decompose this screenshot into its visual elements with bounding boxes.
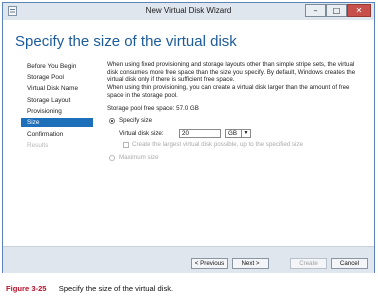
provisioning-description: When using fixed provisioning and storag… [107, 61, 356, 84]
cancel-button[interactable]: Cancel [331, 258, 368, 269]
nav-item-results: Results [27, 142, 49, 149]
minimize-button[interactable]: – [305, 4, 326, 17]
specify-size-radio[interactable] [109, 118, 115, 124]
nav-item-storage-layout[interactable]: Storage Layout [27, 96, 93, 105]
close-button[interactable]: ✕ [347, 4, 371, 17]
chevron-down-icon[interactable]: ▼ [241, 130, 250, 137]
create-button[interactable]: Create [290, 258, 327, 269]
nav-item-storage-pool[interactable]: Storage Pool [27, 73, 93, 82]
maximum-size-label[interactable]: Maximum size [119, 154, 159, 161]
wizard-footer: < Previous Next > Create Cancel [3, 246, 374, 273]
next-button[interactable]: Next > [232, 258, 269, 269]
size-unit-select[interactable]: GB ▼ [225, 129, 251, 138]
wizard-nav: Before You Begin Storage Pool Virtual Di… [3, 56, 95, 246]
page-title: Specify the size of the virtual disk [15, 33, 237, 50]
pool-free-space-text: Storage pool free space: 57.0 GB [107, 105, 199, 112]
figure-caption: Figure 3-25 Specify the size of the virt… [6, 284, 173, 293]
nav-item-provisioning[interactable]: Provisioning [27, 107, 93, 116]
specify-size-label[interactable]: Specify size [119, 117, 152, 124]
virtual-disk-size-input[interactable]: 20 [179, 129, 221, 138]
maximum-size-radio[interactable] [109, 155, 115, 161]
virtual-disk-size-label: Virtual disk size: [119, 130, 164, 137]
largest-disk-label[interactable]: Create the largest virtual disk possible… [132, 141, 303, 148]
wizard-header: Specify the size of the virtual disk [3, 20, 374, 56]
figure-number: Figure 3-25 [6, 284, 47, 293]
nav-item-size[interactable]: Size [21, 118, 93, 127]
title-bar[interactable]: New Virtual Disk Wizard – □ ✕ [3, 3, 374, 20]
nav-item-confirmation[interactable]: Confirmation [27, 130, 93, 139]
largest-disk-checkbox[interactable] [123, 142, 129, 148]
size-unit-value: GB [228, 130, 237, 137]
thin-provisioning-description: When using thin provisioning, you can cr… [107, 84, 350, 99]
maximize-button[interactable]: □ [326, 4, 347, 17]
nav-item-before-you-begin[interactable]: Before You Begin [27, 62, 93, 71]
nav-item-virtual-disk-name[interactable]: Virtual Disk Name [27, 84, 93, 93]
previous-button[interactable]: < Previous [191, 258, 228, 269]
size-content: When using fixed provisioning and storag… [99, 56, 371, 246]
figure-caption-text: Specify the size of the virtual disk. [58, 284, 174, 293]
wizard-window: New Virtual Disk Wizard – □ ✕ Specify th… [2, 2, 375, 273]
